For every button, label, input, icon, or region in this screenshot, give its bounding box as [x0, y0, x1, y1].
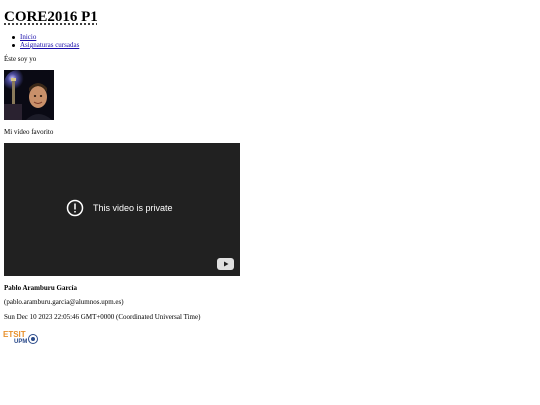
author-email: (pablo.aramburu.garcia@alumnos.upm.es)	[4, 298, 124, 306]
etsit-upm-logo: ETSIT UPM	[3, 330, 38, 344]
exclamation-icon	[66, 199, 84, 217]
current-date: Sun Dec 10 2023 22:05:46 GMT+0000 (Coord…	[4, 313, 201, 321]
svg-text:ETSIT: ETSIT	[3, 330, 26, 339]
avatar	[4, 70, 54, 120]
video-embed[interactable]: This video is private	[4, 143, 240, 276]
nav-item-asignaturas: Asignaturas cursadas	[10, 41, 79, 49]
intro-label: Éste soy yo	[4, 55, 37, 63]
nav-link-asignaturas[interactable]: Asignaturas cursadas	[20, 41, 79, 49]
nav-item-inicio: Inicio	[10, 33, 79, 41]
nav-list: Inicio Asignaturas cursadas	[10, 33, 79, 49]
youtube-icon[interactable]	[217, 258, 234, 270]
svg-text:UPM: UPM	[14, 339, 27, 344]
nav-link-inicio[interactable]: Inicio	[20, 33, 36, 41]
author-name: Pablo Aramburu García	[4, 284, 77, 292]
video-label: Mi vídeo favorito	[4, 128, 54, 136]
video-private-text: This video is private	[93, 203, 173, 213]
page-title: CORE2016 P1	[4, 9, 98, 25]
page: CORE2016 P1 Inicio Asignaturas cursadas …	[0, 0, 540, 405]
video-private-message: This video is private	[66, 199, 173, 217]
